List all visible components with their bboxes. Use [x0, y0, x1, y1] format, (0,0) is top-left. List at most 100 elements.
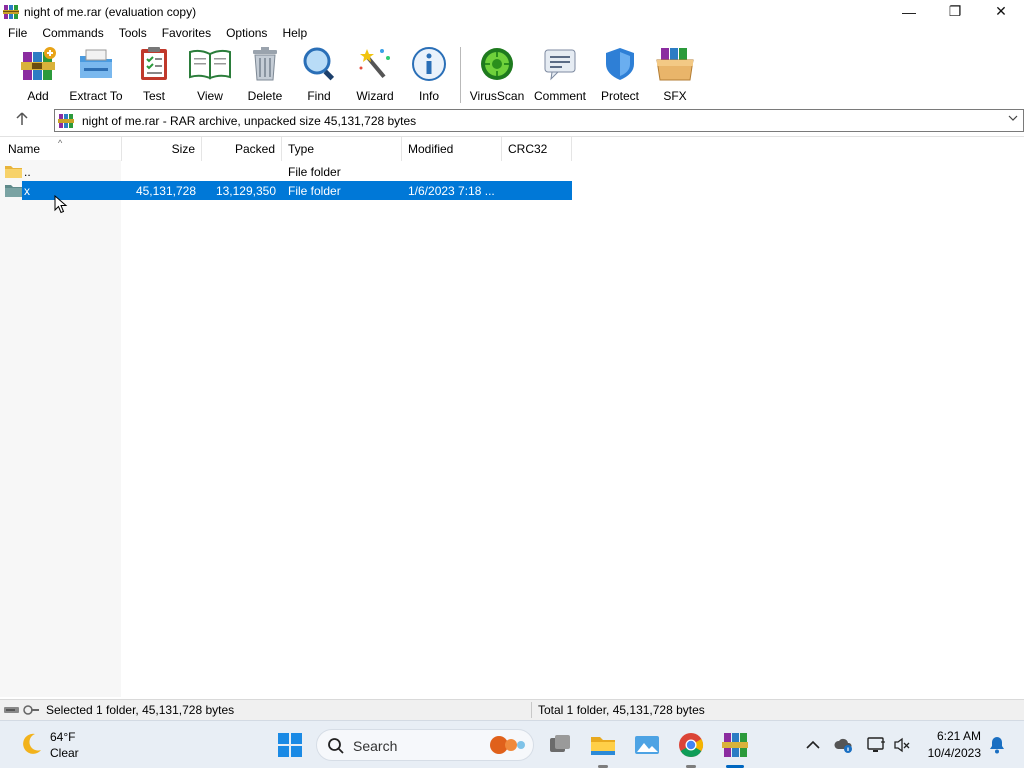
photos-app-button[interactable]: [633, 731, 661, 759]
network-status-button[interactable]: [866, 735, 886, 755]
row-packed: 13,129,350: [215, 183, 276, 198]
row-type: File folder: [288, 164, 341, 179]
winrar-taskbar-button[interactable]: [721, 731, 749, 759]
search-icon: [327, 737, 345, 755]
menu-bar: File Commands Tools Favorites Options He…: [0, 23, 1024, 42]
info-button[interactable]: Info: [411, 46, 447, 104]
trash-icon: [247, 46, 283, 82]
notifications-button[interactable]: [987, 735, 1007, 755]
show-hidden-icons-button[interactable]: [803, 735, 823, 755]
find-button[interactable]: Find: [301, 46, 337, 104]
extract-to-button[interactable]: Extract To: [69, 46, 123, 104]
title-bar: night of me.rar (evaluation copy) — ❐ ✕: [0, 0, 1024, 23]
toolbar-separator: [460, 47, 461, 103]
address-field[interactable]: night of me.rar - RAR archive, unpacked …: [54, 109, 1024, 132]
taskbar-search-box[interactable]: Search: [316, 729, 534, 761]
volume-button[interactable]: [892, 735, 912, 755]
file-explorer-button[interactable]: [589, 731, 617, 759]
address-text: night of me.rar - RAR archive, unpacked …: [82, 113, 417, 128]
protect-button[interactable]: Protect: [600, 46, 640, 104]
address-bar: night of me.rar - RAR archive, unpacked …: [0, 108, 1024, 133]
virusscan-button[interactable]: VirusScan: [469, 46, 525, 104]
column-header-crc32[interactable]: CRC32: [502, 137, 572, 161]
info-icon: [411, 46, 447, 82]
clock-date[interactable]: 10/4/2023: [919, 746, 981, 760]
search-highlight-art-icon: [485, 734, 529, 756]
view-book-icon: [188, 46, 232, 82]
status-divider: [531, 702, 532, 718]
protect-label: Protect: [600, 89, 639, 103]
moon-icon[interactable]: [18, 731, 44, 757]
clock-time[interactable]: 6:21 AM: [925, 729, 981, 743]
extract-folder-icon: [78, 46, 114, 82]
file-explorer-icon: [591, 737, 615, 755]
comment-icon: [542, 46, 578, 82]
sfx-label: SFX: [663, 89, 687, 103]
add-label: Add: [27, 89, 49, 103]
task-view-icon: [550, 735, 570, 752]
view-button[interactable]: View: [188, 46, 232, 104]
magic-wand-icon: [357, 46, 393, 82]
wizard-button[interactable]: Wizard: [356, 46, 394, 104]
virusscan-label: VirusScan: [469, 89, 525, 103]
comment-label: Comment: [533, 89, 586, 103]
name-column-background: [0, 160, 121, 697]
info-label: Info: [418, 89, 439, 103]
column-header-size-label: Size: [171, 142, 195, 156]
windows-logo-icon: [278, 733, 302, 757]
menu-help[interactable]: Help: [274, 26, 314, 40]
delete-button[interactable]: Delete: [247, 46, 283, 104]
weather-temperature[interactable]: 64°F: [50, 730, 75, 744]
delete-label: Delete: [247, 89, 283, 103]
test-button[interactable]: Test: [136, 46, 172, 104]
menu-tools[interactable]: Tools: [111, 26, 154, 40]
extract-to-label: Extract To: [69, 89, 123, 103]
menu-file[interactable]: File: [0, 26, 34, 40]
taskbar: 64°F Clear Search 6:21 AM 10/4/2023: [0, 720, 1024, 768]
speaker-muted-icon: [894, 737, 910, 753]
column-header-modified-label: Modified: [408, 142, 454, 156]
menu-commands[interactable]: Commands: [34, 26, 110, 40]
column-header-modified[interactable]: Modified: [402, 137, 502, 161]
onedrive-status-button[interactable]: [834, 735, 854, 755]
winrar-icon: [722, 733, 748, 757]
sfx-button[interactable]: SFX: [655, 46, 695, 104]
status-bar: Selected 1 folder, 45,131,728 bytes Tota…: [0, 699, 1024, 720]
column-header-type-label: Type: [288, 142, 315, 156]
chrome-button[interactable]: [677, 731, 705, 759]
row-name: ..: [24, 164, 31, 179]
table-row[interactable]: .. File folder: [0, 162, 572, 181]
column-header-size[interactable]: Size: [122, 137, 202, 161]
comment-button[interactable]: Comment: [533, 46, 587, 104]
wizard-label: Wizard: [356, 89, 394, 103]
column-header-packed[interactable]: Packed: [202, 137, 282, 161]
toolbar: Add Extract To Test View Delete Find Wiz…: [0, 43, 1024, 106]
restore-button[interactable]: ❐: [932, 0, 978, 23]
menu-options[interactable]: Options: [218, 26, 274, 40]
task-view-button[interactable]: [546, 731, 574, 759]
bell-icon: [990, 737, 1004, 754]
archive-icon: [58, 113, 74, 129]
minimize-button[interactable]: —: [886, 0, 932, 23]
table-row-selected[interactable]: x 45,131,728 13,129,350 File folder 1/6/…: [0, 181, 572, 200]
mouse-cursor-icon: [54, 194, 68, 215]
address-dropdown-button[interactable]: [1006, 113, 1020, 129]
status-total-text: Total 1 folder, 45,131,728 bytes: [538, 703, 705, 717]
column-header-name[interactable]: ^ Name: [0, 137, 122, 161]
add-button[interactable]: Add: [20, 46, 56, 104]
column-headers: ^ Name Size Packed Type Modified CRC32: [0, 137, 572, 161]
test-clipboard-icon: [136, 46, 172, 82]
row-modified: 1/6/2023 7:18 ...: [408, 183, 495, 198]
up-folder-button[interactable]: [14, 112, 30, 128]
column-header-crc32-label: CRC32: [508, 142, 548, 156]
magnifier-icon: [301, 46, 337, 82]
search-label: Search: [353, 738, 398, 754]
photos-icon: [635, 736, 659, 754]
menu-favorites[interactable]: Favorites: [154, 26, 218, 40]
weather-condition[interactable]: Clear: [50, 746, 79, 760]
row-type: File folder: [288, 183, 341, 198]
start-button[interactable]: [278, 733, 302, 757]
column-header-type[interactable]: Type: [282, 137, 402, 161]
close-button[interactable]: ✕: [978, 0, 1024, 23]
column-header-packed-label: Packed: [234, 142, 275, 156]
